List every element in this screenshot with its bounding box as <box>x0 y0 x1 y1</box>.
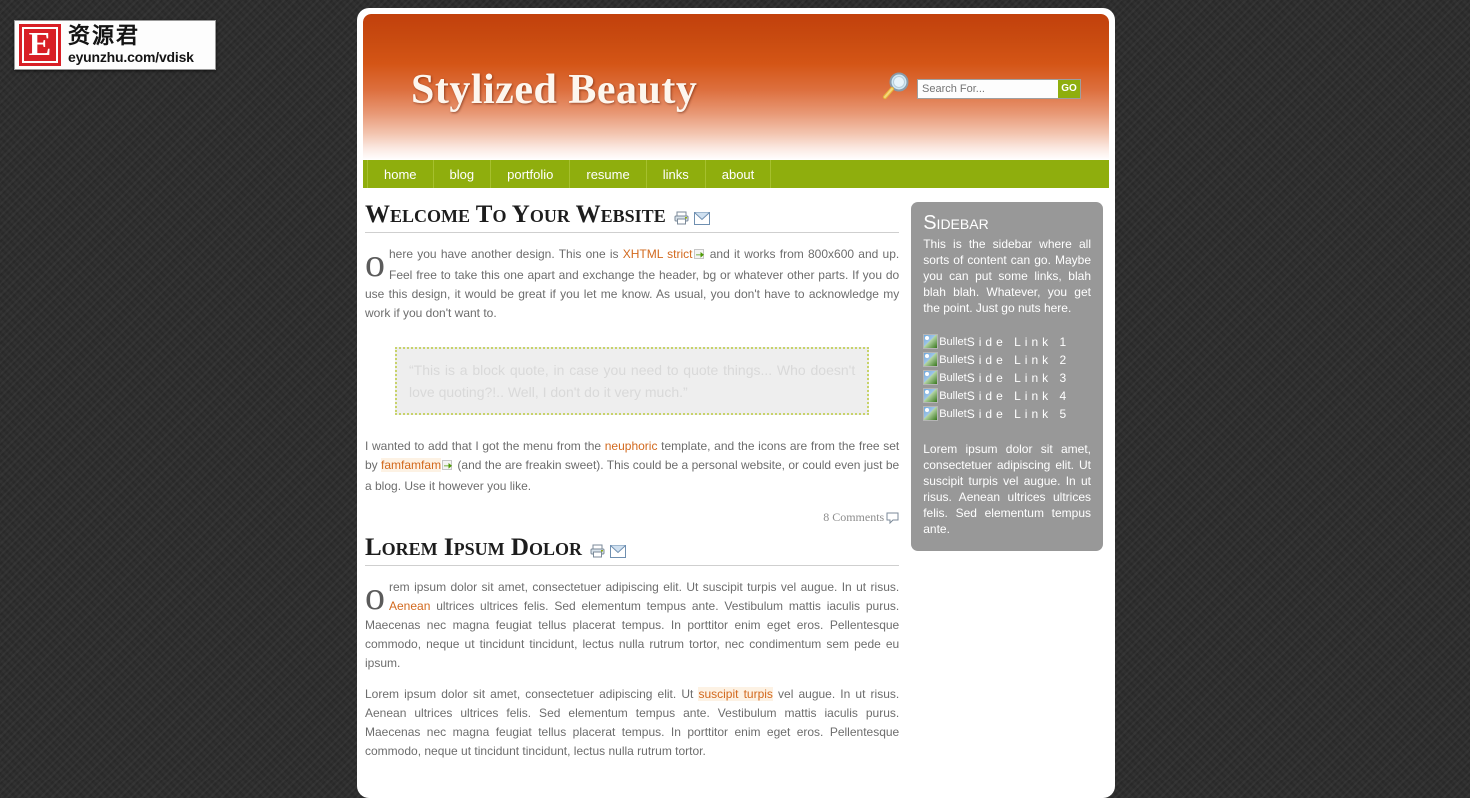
watermark-url: eyunzhu.com/vdisk <box>68 49 194 65</box>
external-link-icon <box>442 458 453 477</box>
broken-image-placeholder <box>923 352 939 367</box>
list-item: Bullet Side Link 2 <box>923 352 1091 367</box>
sidebar-outro-text: Lorem ipsum dolor sit amet, consectetuer… <box>923 442 1091 536</box>
sidebar-item-side-link-2[interactable]: Side Link 2 <box>967 353 1070 367</box>
sidebar-column: Sidebar This is the sidebar where all so… <box>911 202 1103 771</box>
search-input[interactable] <box>918 79 1058 98</box>
email-icon[interactable] <box>609 544 631 558</box>
sidebar-link-list: Bullet Side Link 1 Bullet Side Link 2 Bull… <box>923 334 1091 421</box>
article-title: Lorem Ipsum Dolor <box>365 534 582 561</box>
bullet-icon: Bullet <box>923 388 967 403</box>
link-xhtml-strict[interactable]: XHTML strict <box>623 247 693 261</box>
site-header: Stylized Beauty GO <box>363 14 1109 160</box>
para-text-b: ultrices ultrices felis. Sed elementum t… <box>365 599 900 670</box>
bullet-icon: Bullet <box>923 406 967 421</box>
bullet-alt-text: Bullet <box>939 371 967 384</box>
article-actions <box>590 544 631 560</box>
bullet-icon: Bullet <box>923 370 967 385</box>
bullet-alt-text: Bullet <box>939 353 967 366</box>
broken-image-placeholder <box>923 370 939 385</box>
bullet-alt-text: Bullet <box>939 335 967 348</box>
article-actions <box>674 211 715 227</box>
sidebar-item-side-link-3[interactable]: Side Link 3 <box>967 371 1070 385</box>
bullet-alt-text: Bullet <box>939 407 967 420</box>
external-link-icon <box>693 247 705 266</box>
para-text-a: o here you have another design. This one… <box>365 240 623 285</box>
para2-text-a: I wanted to add that I got the menu from… <box>365 439 605 453</box>
sidebar-item-side-link-1[interactable]: Side Link 1 <box>967 335 1070 349</box>
broken-image-placeholder <box>923 388 939 403</box>
article-title: Welcome To Your Website <box>365 201 666 228</box>
article-welcome: Welcome To Your Website ohere you have a… <box>365 201 900 525</box>
bullet-icon: Bullet <box>923 352 967 367</box>
article-header: Welcome To Your Website <box>365 201 900 233</box>
main-content: Welcome To Your Website ohere you have a… <box>365 201 900 771</box>
article-paragraph: o here you have another design. This one… <box>365 240 899 323</box>
article-lorem: Lorem Ipsum Dolor orem ipsum dolor sit a… <box>365 534 900 761</box>
search-icon <box>881 71 911 106</box>
watermark-logo-icon: E <box>19 24 61 66</box>
watermark-logo-letter: E <box>22 27 58 63</box>
nav-item-resume[interactable]: resume <box>570 160 647 188</box>
sidebar-intro-text: This is the sidebar where all sorts of c… <box>923 237 1091 315</box>
sidebar: Sidebar This is the sidebar where all so… <box>911 202 1103 551</box>
list-item: Bullet Side Link 5 <box>923 406 1091 421</box>
main-nav: home blog portfolio resume links about <box>363 160 1109 188</box>
article-header: Lorem Ipsum Dolor <box>365 534 900 566</box>
bullet-alt-text: Bullet <box>939 389 967 402</box>
article-blockquote: “This is a block quote, in case you need… <box>395 347 870 415</box>
search-go-button[interactable]: GO <box>1058 79 1080 98</box>
sidebar-item-side-link-5[interactable]: Side Link 5 <box>967 407 1070 421</box>
list-item: Bullet Side Link 3 <box>923 370 1091 385</box>
bullet-icon: Bullet <box>923 334 967 349</box>
print-icon[interactable] <box>590 544 610 558</box>
print-icon[interactable] <box>674 211 694 225</box>
search-area: GO <box>881 71 1081 106</box>
watermark-cn-text: 资源君 <box>68 24 141 49</box>
article-paragraph-2: I wanted to add that I got the menu from… <box>365 437 899 496</box>
sidebar-item-side-link-4[interactable]: Side Link 4 <box>967 389 1070 403</box>
para2-text-a: Lorem ipsum dolor sit amet, consectetuer… <box>365 687 699 701</box>
comment-bubble-icon[interactable] <box>884 512 899 524</box>
article-paragraph-2: Lorem ipsum dolor sit amet, consectetuer… <box>365 685 899 761</box>
link-aenean[interactable]: Aenean <box>389 599 430 613</box>
page-inner: Stylized Beauty GO home blog portfolio r… <box>363 14 1109 792</box>
broken-image-placeholder <box>923 334 939 349</box>
link-famfamfam[interactable]: famfamfam <box>381 458 442 472</box>
nav-item-portfolio[interactable]: portfolio <box>491 160 571 188</box>
link-neuphoric[interactable]: neuphoric <box>605 439 658 453</box>
search-box: GO <box>917 78 1081 99</box>
para-text-a: orem ipsum dolor sit amet, consectetuer … <box>365 573 900 618</box>
site-title: Stylized Beauty <box>411 67 698 113</box>
nav-item-links[interactable]: links <box>647 160 706 188</box>
article-paragraph: orem ipsum dolor sit amet, consectetuer … <box>365 573 900 673</box>
broken-image-placeholder <box>923 406 939 421</box>
list-item: Bullet Side Link 1 <box>923 334 1091 349</box>
watermark-text: 资源君 eyunzhu.com/vdisk <box>68 24 194 65</box>
nav-item-home[interactable]: home <box>367 160 434 188</box>
page-container: Stylized Beauty GO home blog portfolio r… <box>357 8 1115 798</box>
comments-line: 8 Comments <box>365 510 899 525</box>
list-item: Bullet Side Link 4 <box>923 388 1091 403</box>
watermark-badge: E 资源君 eyunzhu.com/vdisk <box>14 20 216 70</box>
comments-link[interactable]: 8 Comments <box>823 510 884 525</box>
link-suscipit-turpis[interactable]: suscipit turpis <box>698 687 773 701</box>
content-columns: Welcome To Your Website ohere you have a… <box>363 188 1109 771</box>
email-icon[interactable] <box>693 211 715 225</box>
nav-item-about[interactable]: about <box>706 160 772 188</box>
nav-item-blog[interactable]: blog <box>434 160 492 188</box>
sidebar-title: Sidebar <box>923 212 989 234</box>
